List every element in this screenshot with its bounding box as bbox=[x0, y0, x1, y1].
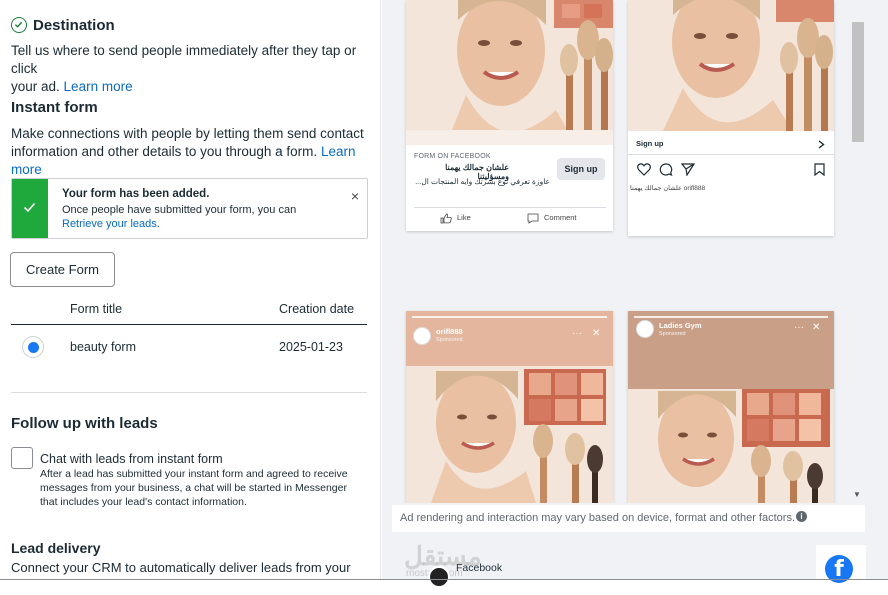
column-header-form-title: Form title bbox=[70, 302, 123, 316]
card-divider bbox=[414, 207, 606, 208]
bottom-border bbox=[0, 579, 888, 580]
form-added-alert: Your form has been added. Once people ha… bbox=[11, 178, 368, 239]
facebook-placement-tile[interactable]: f bbox=[816, 545, 866, 583]
chat-with-leads-checkbox[interactable] bbox=[11, 447, 33, 469]
alert-link-line: Retrieve your leads. bbox=[62, 218, 160, 230]
story-preview-1[interactable]: orifl888 Sponsored ··· ✕ bbox=[406, 311, 613, 503]
placement-label: Facebook bbox=[456, 562, 503, 574]
page-avatar bbox=[636, 320, 654, 338]
destination-desc-line: Tell us where to send people immediately… bbox=[11, 43, 357, 76]
facebook-feed-preview[interactable]: FORM ON FACEBOOK علشان جمالك يهمنا ومسؤل… bbox=[406, 0, 613, 231]
lead-delivery-title: Lead delivery bbox=[11, 540, 101, 556]
scroll-down-icon[interactable]: ▼ bbox=[853, 490, 861, 499]
story-sponsored-label: Sponsored bbox=[436, 337, 463, 343]
alert-title: Your form has been added. bbox=[62, 188, 210, 200]
ig-caption-user: orifl888 bbox=[683, 185, 706, 192]
page-avatar bbox=[413, 327, 431, 345]
story-page-name: orifl888 bbox=[436, 327, 463, 336]
rendering-notice-text: Ad rendering and interaction may vary ba… bbox=[400, 512, 795, 524]
chat-with-leads-label[interactable]: Chat with leads from instant form bbox=[40, 450, 380, 468]
scrollbar-thumb[interactable] bbox=[852, 22, 864, 142]
follow-up-title: Follow up with leads bbox=[11, 415, 158, 432]
create-form-button[interactable]: Create Form bbox=[10, 252, 115, 287]
form-row-date: 2025-01-23 bbox=[279, 340, 343, 354]
instagram-feed-preview[interactable]: Sign up علشان جمالك يهمنا orifl888 bbox=[628, 0, 834, 236]
chat-help-line-1: After a lead has submitted your instant … bbox=[40, 468, 348, 480]
story-image bbox=[628, 311, 834, 503]
ig-sign-up-label[interactable]: Sign up bbox=[636, 139, 664, 148]
alert-link-suffix: . bbox=[156, 218, 160, 230]
table-header-rule bbox=[11, 324, 367, 325]
story-progress bbox=[634, 316, 828, 318]
comment-label[interactable]: Comment bbox=[544, 213, 577, 222]
destination-learn-more-link[interactable]: Learn more bbox=[64, 79, 133, 94]
ad-preview-panel: FORM ON FACEBOOK علشان جمالك يهمنا ومسؤل… bbox=[382, 0, 888, 588]
form-row-title[interactable]: beauty form bbox=[70, 340, 136, 354]
placement-row: مستقل mostaql.com Facebook bbox=[392, 541, 812, 588]
ig-caption: علشان جمالك يهمنا orifl888 bbox=[630, 184, 705, 192]
destination-description: Tell us where to send people immediately… bbox=[11, 42, 371, 96]
destination-title: Destination bbox=[33, 17, 115, 34]
chat-bubble-icon bbox=[659, 163, 673, 176]
page-avatar bbox=[428, 566, 450, 588]
ad-preview-area[interactable]: FORM ON FACEBOOK علشان جمالك يهمنا ومسؤل… bbox=[392, 0, 850, 503]
destination-desc-line2: your ad. bbox=[11, 79, 60, 94]
chat-help-line-3: that includes your lead's contact inform… bbox=[40, 496, 247, 508]
ig-caption-text: علشان جمالك يهمنا bbox=[630, 185, 682, 192]
check-circle-icon bbox=[11, 17, 27, 33]
alert-message: Once people have submitted your form, yo… bbox=[62, 204, 297, 216]
chevron-right-icon bbox=[818, 140, 825, 149]
instant-form-learn-link[interactable]: Learn bbox=[321, 144, 356, 159]
close-icon[interactable]: ✕ bbox=[592, 328, 600, 339]
send-icon bbox=[681, 163, 695, 176]
story-progress bbox=[412, 316, 607, 318]
info-icon[interactable]: i bbox=[796, 511, 807, 522]
checkmark-icon bbox=[23, 202, 36, 213]
column-header-creation-date: Creation date bbox=[279, 302, 355, 316]
ad-image bbox=[406, 0, 613, 145]
more-options-icon[interactable]: ··· bbox=[572, 328, 582, 339]
like-icon bbox=[440, 213, 452, 224]
instant-form-description: Make connections with people by letting … bbox=[11, 125, 371, 179]
story-page-name: Ladies Gym bbox=[659, 321, 702, 330]
ad-image bbox=[628, 0, 834, 131]
instant-form-more-link[interactable]: more bbox=[11, 162, 42, 177]
instant-form-title: Instant form bbox=[11, 99, 98, 116]
comment-icon bbox=[527, 213, 539, 224]
card-divider bbox=[628, 154, 834, 155]
story-sponsored-label: Sponsored bbox=[659, 331, 686, 337]
lead-delivery-description: Connect your CRM to automatically delive… bbox=[11, 560, 351, 580]
retrieve-leads-link[interactable]: Retrieve your leads bbox=[62, 218, 157, 230]
chat-help-line-2: messages from your business, a chat will… bbox=[40, 482, 347, 494]
story-preview-2[interactable]: Ladies Gym Sponsored ··· ✕ bbox=[628, 311, 834, 503]
rendering-notice: Ad rendering and interaction may vary ba… bbox=[392, 505, 865, 532]
success-bar bbox=[12, 179, 48, 238]
section-divider bbox=[11, 392, 367, 393]
more-options-icon[interactable]: ··· bbox=[794, 322, 804, 333]
bookmark-icon bbox=[814, 163, 825, 176]
close-icon[interactable]: × bbox=[351, 188, 359, 204]
ad-setup-panel: Destination Tell us where to send people… bbox=[0, 0, 381, 580]
heart-icon bbox=[637, 163, 651, 176]
form-on-facebook-label: FORM ON FACEBOOK bbox=[414, 153, 491, 160]
close-icon[interactable]: ✕ bbox=[812, 322, 820, 333]
instant-form-desc-line1: Make connections with people by letting … bbox=[11, 126, 364, 141]
instant-form-desc-line2: information and other details to you thr… bbox=[11, 144, 318, 159]
form-select-radio[interactable] bbox=[22, 336, 44, 358]
like-label[interactable]: Like bbox=[457, 213, 471, 222]
ad-body: عاوزة تعرفي نوع بشرتك وايه المنتجات ال..… bbox=[415, 177, 550, 186]
fb-sign-up-button[interactable]: Sign up bbox=[557, 158, 605, 180]
